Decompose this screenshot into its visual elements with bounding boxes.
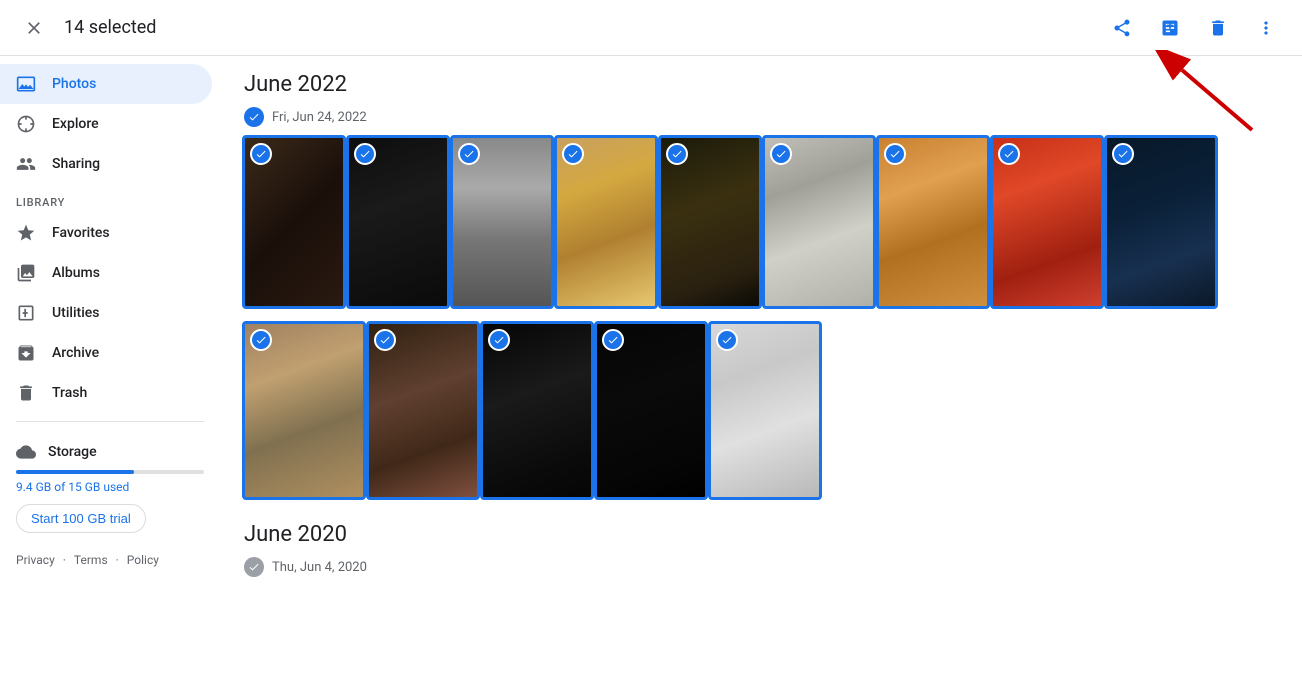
cloud-icon [16,442,36,462]
photo-item-8[interactable] [992,137,1102,307]
sidebar-photos-label: Photos [52,76,96,92]
more-options-button[interactable] [1246,8,1286,48]
photo-check-14 [716,329,738,351]
photo-check-13 [602,329,624,351]
header-actions [1102,8,1286,48]
footer-terms[interactable]: Terms [74,553,108,567]
photo-check-1 [250,143,272,165]
date-label-june4: Thu, Jun 4, 2020 [272,560,367,575]
sidebar-sharing-label: Sharing [52,156,100,172]
archive-icon [16,343,36,363]
photo-check-10 [250,329,272,351]
photos-icon [16,74,36,94]
library-section-label: LIBRARY [0,184,220,213]
footer-privacy[interactable]: Privacy [16,553,55,567]
photo-check-5 [666,143,688,165]
section-title-june-2020: June 2020 [244,522,1278,547]
photo-check-11 [374,329,396,351]
sidebar: Photos Explore Sharing LIBRARY [0,56,220,689]
main-content: June 2022 Fri, Jun 24, 2022 [220,56,1302,689]
date-row-june4: Thu, Jun 4, 2020 [244,557,1278,577]
header-left: 14 selected [16,10,156,46]
photo-check-12 [488,329,510,351]
date-check-icon-2020 [244,557,264,577]
photo-item-3[interactable] [452,137,552,307]
photo-check-2 [354,143,376,165]
photo-check-8 [998,143,1020,165]
trial-button[interactable]: Start 100 GB trial [16,504,146,533]
add-to-album-button[interactable] [1150,8,1190,48]
sidebar-archive-label: Archive [52,345,99,361]
header: 14 selected [0,0,1302,56]
storage-label: Storage [16,442,204,462]
photo-item-11[interactable] [368,323,478,498]
delete-button[interactable] [1198,8,1238,48]
selected-count: 14 selected [64,17,156,38]
photo-item-10[interactable] [244,323,364,498]
sidebar-utilities-label: Utilities [52,305,99,321]
storage-title: Storage [48,444,97,460]
date-check-icon [244,107,264,127]
sidebar-item-photos[interactable]: Photos [0,64,212,104]
photo-grid-row2 [244,323,1278,498]
photo-item-2[interactable] [348,137,448,307]
photo-check-6 [770,143,792,165]
sidebar-item-archive[interactable]: Archive [0,333,212,373]
sidebar-item-albums[interactable]: Albums [0,253,212,293]
sidebar-item-utilities[interactable]: Utilities [0,293,212,333]
footer: Privacy · Terms · Policy [0,545,220,575]
photo-item-7[interactable] [878,137,988,307]
share-button[interactable] [1102,8,1142,48]
sidebar-explore-label: Explore [52,116,99,132]
trash-icon [16,383,36,403]
sidebar-trash-label: Trash [52,385,87,401]
photo-item-9[interactable] [1106,137,1216,307]
albums-icon [16,263,36,283]
sidebar-item-favorites[interactable]: Favorites [0,213,212,253]
photo-item-6[interactable] [764,137,874,307]
photo-item-12[interactable] [482,323,592,498]
date-row-june24: Fri, Jun 24, 2022 [244,107,1278,127]
app-body: Photos Explore Sharing LIBRARY [0,56,1302,689]
photo-check-3 [458,143,480,165]
photo-item-4[interactable] [556,137,656,307]
photo-item-14[interactable] [710,323,820,498]
photo-check-4 [562,143,584,165]
date-label-june24: Fri, Jun 24, 2022 [272,110,367,125]
close-button[interactable] [16,10,52,46]
storage-text: 9.4 GB of 15 GB used [16,480,204,494]
sidebar-item-explore[interactable]: Explore [0,104,212,144]
storage-bar-fill [16,470,134,474]
section-title-june-2022: June 2022 [244,72,1278,97]
photo-grid-row1 [244,137,1278,307]
explore-icon [16,114,36,134]
utilities-icon [16,303,36,323]
photo-item-1[interactable] [244,137,344,307]
storage-bar-bg [16,470,204,474]
section-june-2020: June 2020 Thu, Jun 4, 2020 [244,522,1278,577]
storage-section: Storage 9.4 GB of 15 GB used Start 100 G… [0,430,220,545]
sidebar-favorites-label: Favorites [52,225,110,241]
photo-check-7 [884,143,906,165]
sidebar-albums-label: Albums [52,265,100,281]
sharing-icon [16,154,36,174]
sidebar-item-sharing[interactable]: Sharing [0,144,212,184]
sidebar-divider [16,421,204,422]
star-icon [16,223,36,243]
photo-item-13[interactable] [596,323,706,498]
photo-item-5[interactable] [660,137,760,307]
section-june-2022: June 2022 Fri, Jun 24, 2022 [244,72,1278,498]
sidebar-item-trash[interactable]: Trash [0,373,212,413]
footer-policy[interactable]: Policy [127,553,159,567]
photo-check-9 [1112,143,1134,165]
